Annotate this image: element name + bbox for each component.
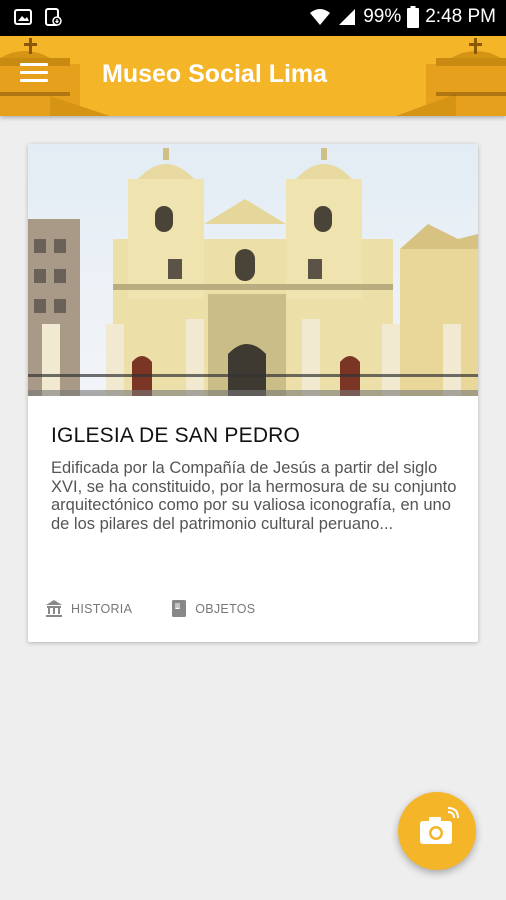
app-bar: Museo Social Lima (0, 36, 506, 116)
place-title: IGLESIA DE SAN PEDRO (51, 424, 301, 447)
download-icon (45, 8, 62, 26)
wifi-icon (310, 9, 331, 25)
historia-label: HISTORIA (71, 601, 133, 616)
objetos-label: OBJETOS (195, 601, 256, 616)
historia-button[interactable]: HISTORIA (46, 600, 132, 617)
battery-icon (407, 6, 420, 28)
objetos-button[interactable]: OBJETOS (172, 600, 255, 617)
place-card[interactable]: IGLESIA DE SAN PEDRO Edificada por la Co… (28, 144, 478, 642)
gallery-icon (14, 9, 32, 25)
battery-percent: 99% (363, 6, 402, 27)
status-bar: 99% 2:48 PM (0, 0, 506, 36)
camera-fab-button[interactable] (398, 792, 476, 870)
hamburger-menu-icon[interactable] (20, 63, 48, 87)
status-time: 2:48 PM (425, 6, 496, 27)
book-icon (172, 600, 187, 617)
app-title: Museo Social Lima (102, 60, 328, 88)
museum-icon (46, 600, 62, 617)
church-tower-decoration-left (0, 38, 110, 116)
camera-icon (420, 807, 459, 844)
signal-icon (339, 9, 356, 25)
church-facade-photo (28, 144, 478, 396)
place-description: Edificada por la Compañía de Jesús a par… (51, 459, 457, 533)
card-actions: HISTORIA OBJETOS (46, 600, 255, 617)
church-tower-decoration-right (396, 38, 506, 116)
